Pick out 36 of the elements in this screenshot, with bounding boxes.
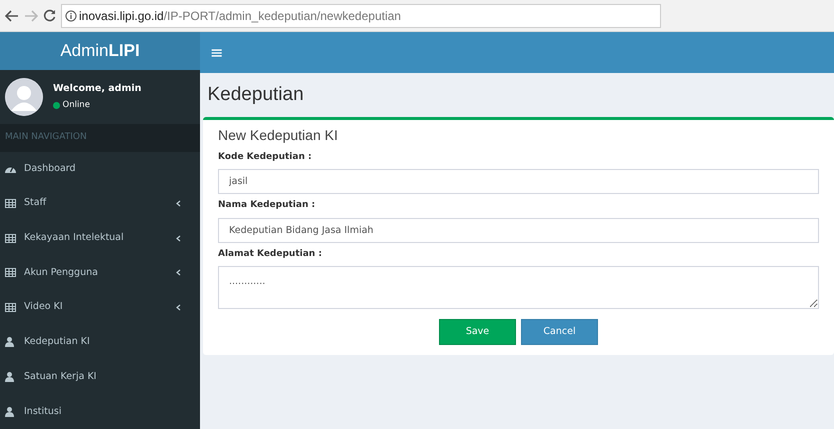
field-label: Nama Kedeputian : bbox=[218, 199, 316, 212]
sidebar-item[interactable]: Satuan Kerja KI bbox=[0, 360, 200, 394]
table-icon bbox=[5, 199, 16, 208]
url-host: inovasi.lipi.go.id bbox=[79, 8, 164, 24]
cancel-button[interactable]: Cancel bbox=[521, 319, 598, 345]
welcome-text: Welcome, admin bbox=[53, 82, 142, 96]
field-label: Alamat Kedeputian : bbox=[218, 248, 323, 260]
table-icon bbox=[5, 268, 16, 278]
input-field[interactable]: Kedeputian Bidang Jasa Ilmiah bbox=[218, 218, 819, 242]
user-icon bbox=[5, 337, 14, 348]
url-path: /IP-PORT/admin_kedeputian/newkedeputian bbox=[164, 8, 401, 24]
menu-icon[interactable]: ≡ bbox=[210, 40, 224, 64]
status-text: Online bbox=[62, 98, 90, 112]
nav-header: MAIN NAVIGATION bbox=[5, 130, 87, 144]
app-logo[interactable]: AdminLIPI bbox=[0, 32, 200, 70]
field-label: Kode Kedeputian : bbox=[218, 150, 313, 164]
reload-icon[interactable] bbox=[43, 8, 56, 23]
table-icon bbox=[5, 303, 16, 312]
info-icon bbox=[64, 10, 76, 22]
user-icon bbox=[5, 406, 14, 417]
sidebar-item[interactable]: Dashboard bbox=[0, 152, 200, 186]
avatar-icon bbox=[5, 78, 43, 116]
textarea-field[interactable]: ............ bbox=[218, 266, 819, 309]
sidebar-item[interactable]: Kedeputian KI bbox=[0, 324, 200, 360]
page-title: Kedeputian bbox=[208, 84, 304, 104]
sidebar-item[interactable]: Akun Pengguna bbox=[0, 256, 200, 290]
form-title: New Kedeputian KI bbox=[218, 126, 338, 142]
input-field[interactable]: jasil bbox=[218, 169, 819, 194]
sidebar-item[interactable]: Video KI bbox=[0, 290, 200, 325]
table-icon bbox=[5, 234, 16, 243]
user-icon bbox=[5, 372, 14, 382]
sidebar-item[interactable]: Staff bbox=[0, 186, 200, 221]
sidebar-item[interactable]: Institusi bbox=[0, 394, 200, 429]
address-bar[interactable]: inovasi.lipi.go.id/IP-PORT/admin_kedeputian/newkedeputian bbox=[61, 4, 661, 28]
back-icon[interactable] bbox=[5, 8, 19, 23]
sidebar-item[interactable]: Kekayaan Intelektual bbox=[0, 220, 200, 256]
